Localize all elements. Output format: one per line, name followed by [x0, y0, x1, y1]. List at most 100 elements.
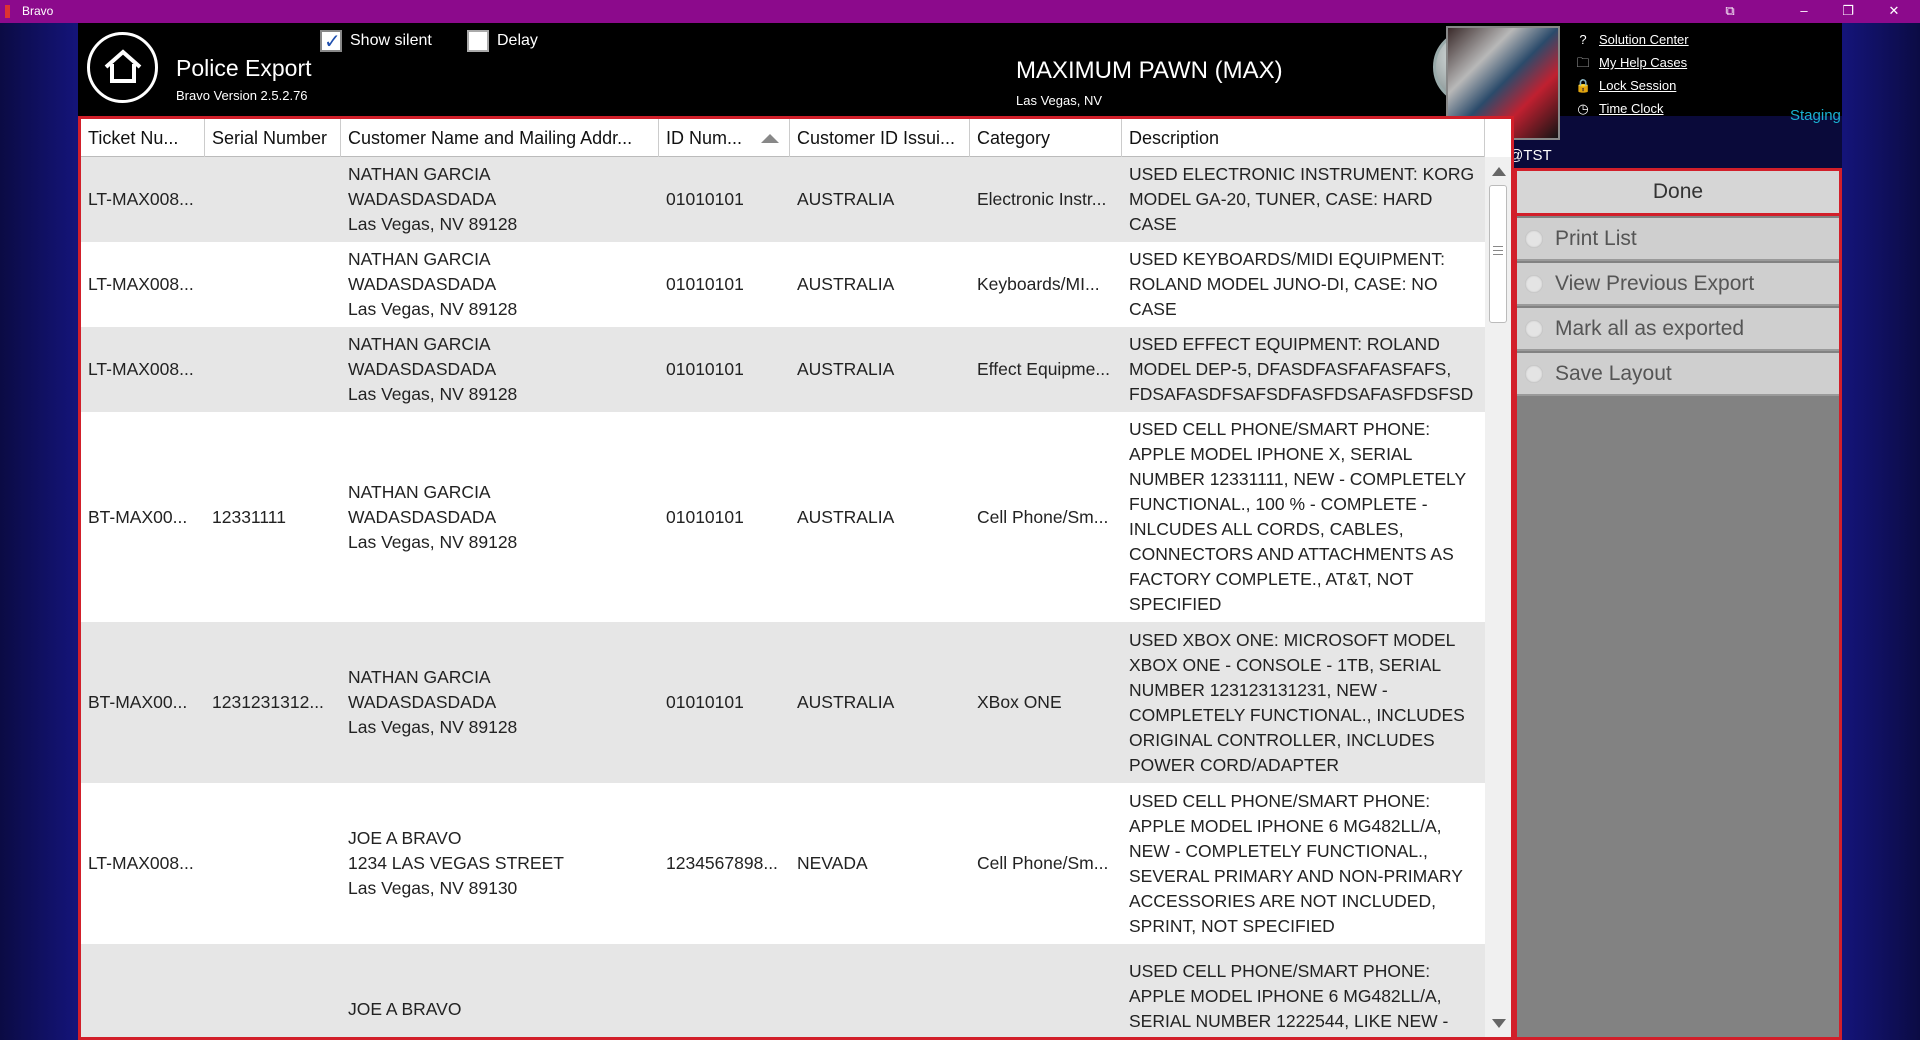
customer-line: WADASDASDADA — [348, 692, 497, 712]
table-row[interactable]: LT-MAX008... JOE A BRAVO 1234 LAS VEGAS ST… — [81, 783, 1485, 944]
cell-id-number: 01010101 — [659, 157, 790, 242]
close-button[interactable]: ✕ — [1882, 1, 1906, 21]
table-row[interactable]: LT-MAX008... NATHAN GARCIA WADASDASDADA Las… — [81, 242, 1485, 327]
page-title: Police Export — [176, 55, 312, 81]
home-icon — [104, 49, 142, 83]
table-row[interactable]: BT-MAX00... 1231231312... NATHAN GARCIA WAD… — [81, 622, 1485, 783]
customer-line: Las Vegas, NV 89128 — [348, 299, 518, 319]
print-list-label: Print List — [1555, 226, 1637, 250]
vertical-scrollbar[interactable] — [1485, 157, 1511, 1037]
cell-description: USED CELL PHONE/SMART PHONE: APPLE MODEL… — [1122, 944, 1485, 1037]
cell-category-text: Cell Phone/Sm... — [977, 853, 1109, 873]
save-layout-button[interactable]: Save Layout — [1517, 353, 1839, 396]
home-button[interactable] — [87, 32, 158, 103]
scroll-up-icon[interactable] — [1492, 167, 1506, 176]
cell-category-text: Cell Phone/Sm... — [977, 506, 1109, 527]
checkbox-checked-icon[interactable] — [320, 29, 342, 54]
column-header-id-issuer[interactable]: Customer ID Issui... — [790, 119, 970, 157]
solution-center-label: Solution Center — [1599, 32, 1689, 47]
cell-customer: NATHAN GARCIA WADASDASDADA Las Vegas, NV 8… — [341, 157, 659, 242]
cell-serial — [205, 157, 341, 242]
cell-description: USED KEYBOARDS/MIDI EQUIPMENT: ROLAND MO… — [1122, 242, 1485, 327]
snap-icon[interactable]: ⧉ — [1718, 1, 1742, 21]
customer-line: Las Vegas, NV 89130 — [348, 878, 518, 898]
cell-id-number — [659, 944, 790, 1037]
cell-customer: JOE A BRAVO 1234 LAS VEGAS STREET Las Vega… — [341, 783, 659, 944]
bullet-icon — [1525, 319, 1543, 338]
delay-checkbox[interactable]: Delay — [467, 30, 538, 52]
cell-category — [970, 944, 1122, 1037]
cell-category-text: XBox ONE — [977, 692, 1062, 712]
column-header-ticket[interactable]: Ticket Nu... — [81, 119, 205, 157]
my-help-cases-link[interactable]: 🗀 My Help Cases — [1575, 51, 1689, 74]
column-header-category[interactable]: Category — [970, 119, 1122, 157]
cell-description: USED XBOX ONE: MICROSOFT MODEL XBOX ONE … — [1122, 622, 1485, 783]
cell-category: Electronic Instr... — [970, 157, 1122, 242]
scroll-thumb[interactable] — [1489, 185, 1507, 323]
cell-id-number-text: 01010101 — [666, 189, 744, 209]
cell-id-issuer-text: AUSTRALIA — [797, 274, 895, 294]
background-left — [0, 23, 78, 1040]
grip-icon — [1493, 246, 1503, 255]
done-button[interactable]: Done — [1514, 168, 1842, 216]
cell-customer: NATHAN GARCIA WADASDASDADA Las Vegas, NV 8… — [341, 622, 659, 783]
column-header-description[interactable]: Description — [1122, 119, 1485, 157]
cell-category-text: Keyboards/MI... — [977, 274, 1100, 294]
column-header-customer[interactable]: Customer Name and Mailing Addr... — [341, 119, 659, 157]
customer-line: JOE A BRAVO — [348, 828, 462, 848]
cell-category: Keyboards/MI... — [970, 242, 1122, 327]
cell-category: Effect Equipme... — [970, 327, 1122, 412]
cell-id-number-text: 01010101 — [666, 359, 744, 379]
column-header-serial[interactable]: Serial Number — [205, 119, 341, 157]
cell-customer: NATHAN GARCIA WADASDASDADA Las Vegas, NV 8… — [341, 412, 659, 622]
cell-id-issuer-text: AUSTRALIA — [797, 189, 895, 209]
bullet-icon — [1525, 274, 1543, 293]
customer-line: WADASDASDADA — [348, 274, 497, 294]
table-row[interactable]: LT-MAX008... NATHAN GARCIA WADASDASDADA Las… — [81, 327, 1485, 412]
cell-ticket: LT-MAX008... — [81, 157, 205, 242]
store-name: MAXIMUM PAWN (MAX) — [1016, 57, 1283, 84]
cell-serial: 1231231312... — [205, 622, 341, 783]
maximize-button[interactable]: ❐ — [1836, 1, 1860, 21]
table-row[interactable]: BT-MAX00... 12331111 NATHAN GARCIA WADASDAS… — [81, 412, 1485, 622]
mark-all-exported-button[interactable]: Mark all as exported — [1517, 308, 1839, 351]
show-silent-checkbox[interactable]: Show silent — [320, 29, 432, 54]
cell-description: USED ELECTRONIC INSTRUMENT: KORG MODEL G… — [1122, 157, 1485, 242]
cell-serial — [205, 242, 341, 327]
cell-id-issuer: NEVADA — [790, 783, 970, 944]
cell-id-issuer-text: NEVADA — [797, 853, 868, 873]
help-icon: ? — [1579, 31, 1587, 47]
export-grid: Ticket Nu... Serial Number Customer Name… — [78, 116, 1514, 1040]
delay-label: Delay — [497, 32, 538, 49]
lock-session-link[interactable]: 🔒 Lock Session — [1575, 74, 1689, 97]
table-row[interactable]: JOE A BRAVO USED CELL PHONE/SMART PHONE: … — [81, 944, 1485, 1037]
show-silent-label: Show silent — [350, 32, 432, 49]
help-links: ? Solution Center 🗀 My Help Cases 🔒 Lock… — [1575, 28, 1689, 120]
cell-description-text: USED CELL PHONE/SMART PHONE: APPLE MODEL… — [1129, 961, 1449, 1037]
cell-id-issuer: AUSTRALIA — [790, 412, 970, 622]
cell-id-number: 01010101 — [659, 622, 790, 783]
cell-ticket-text: BT-MAX00... — [88, 692, 188, 712]
view-previous-export-button[interactable]: View Previous Export — [1517, 263, 1839, 306]
cell-id-issuer: AUSTRALIA — [790, 242, 970, 327]
table-row[interactable]: LT-MAX008... NATHAN GARCIA WADASDASDADA Las… — [81, 157, 1485, 242]
checkbox-unchecked-icon[interactable] — [467, 30, 489, 52]
background-right — [1842, 23, 1920, 1040]
cell-customer: NATHAN GARCIA WADASDASDADA Las Vegas, NV 8… — [341, 242, 659, 327]
cell-ticket-text: BT-MAX00... — [88, 506, 188, 527]
cell-serial-text: 12331111 — [212, 506, 286, 527]
time-clock-link[interactable]: ◷ Time Clock — [1575, 97, 1689, 120]
cell-description-text: USED EFFECT EQUIPMENT: ROLAND MODEL DEP-… — [1129, 334, 1474, 404]
print-list-button[interactable]: Print List — [1517, 218, 1839, 261]
scroll-down-icon[interactable] — [1492, 1019, 1506, 1028]
cell-description: USED CELL PHONE/SMART PHONE: APPLE MODEL… — [1122, 412, 1485, 622]
window-title: Bravo — [22, 4, 54, 18]
cell-ticket-text: LT-MAX008... — [88, 274, 194, 294]
minimize-button[interactable]: – — [1792, 1, 1816, 21]
solution-center-link[interactable]: ? Solution Center — [1575, 28, 1689, 51]
cell-id-number: 01010101 — [659, 412, 790, 622]
bullet-icon — [1525, 364, 1543, 383]
customer-line: NATHAN GARCIA — [348, 481, 491, 502]
cell-id-issuer — [790, 944, 970, 1037]
cell-ticket: LT-MAX008... — [81, 327, 205, 412]
